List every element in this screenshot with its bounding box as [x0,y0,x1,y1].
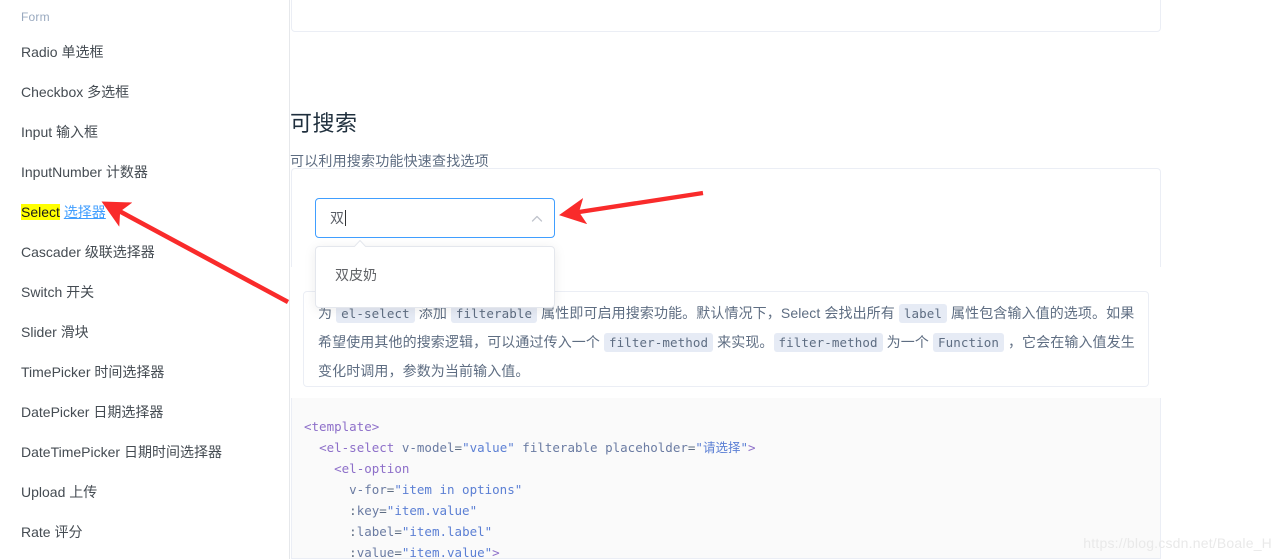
sidebar-item-label-en: Cascader [21,244,81,260]
sidebar-item-label-zh: 多选框 [87,84,130,100]
sidebar-item-label-zh: 级联选择器 [84,244,155,260]
sidebar-item-label-en: Checkbox [21,84,84,100]
sidebar-item-label-en: InputNumber [21,164,102,180]
sidebar-item-label-zh: 选择器 [63,204,106,220]
inline-code-chip: Function [932,333,1004,352]
sidebar-item-label-zh: 开关 [66,284,95,300]
watermark: https://blog.csdn.net/Boale_H [1083,535,1272,551]
inline-code-chip: filter-method [604,333,714,352]
sidebar-item-timepicker[interactable]: TimePicker 时间选择器 [21,362,164,382]
inline-code-chip: filter-method [773,333,883,352]
description-text-run: 来实现。 [713,334,774,350]
description-text-run: 属性即可启用搜索功能。默认情况下，Select 会找出所有 [537,305,899,321]
sidebar-item-checkbox[interactable]: Checkbox 多选框 [21,82,129,102]
sidebar-item-label-zh: 单选框 [61,44,104,60]
demo-block: 双 双皮奶 [291,168,1161,308]
chevron-up-icon[interactable] [530,212,544,226]
sidebar-group-title: Form [21,10,50,24]
sidebar-item-label-en: DatePicker [21,404,90,420]
previous-demo-panel [291,0,1161,32]
select-input[interactable]: 双 [315,198,555,238]
sidebar-item-label-en: Switch [21,284,63,300]
select-typed-text: 双 [330,210,344,226]
sidebar-item-label-en: Slider [21,324,57,340]
sidebar-item-slider[interactable]: Slider 滑块 [21,322,89,342]
page-root: Form Radio 单选框 Checkbox 多选框 Input 输入框 Input… [0,0,1280,559]
sidebar: Form Radio 单选框 Checkbox 多选框 Input 输入框 Input… [0,0,290,559]
sidebar-item-label-zh: 计数器 [105,164,148,180]
code-block: <template> <el-select v-model="value" fi… [291,398,1161,559]
sidebar-item-cascader[interactable]: Cascader 级联选择器 [21,242,155,262]
select-dropdown-panel[interactable]: 双皮奶 [315,240,555,308]
sidebar-item-label-en: Upload [21,484,66,500]
sidebar-item-datetimepicker[interactable]: DateTimePicker 日期时间选择器 [21,442,222,462]
sidebar-item-label-zh: 评分 [54,524,83,540]
sidebar-item-inputnumber[interactable]: InputNumber 计数器 [21,162,148,182]
sidebar-item-label-en: TimePicker [21,364,91,380]
sidebar-item-label-zh: 时间选择器 [94,364,165,380]
description-text-run: 为一个 [882,334,933,350]
sidebar-item-rate[interactable]: Rate 评分 [21,522,82,542]
sidebar-item-label-zh: 上传 [69,484,98,500]
select-input-value: 双 [330,208,346,228]
sidebar-item-datepicker[interactable]: DatePicker 日期选择器 [21,402,163,422]
inline-code-chip: label [898,304,948,323]
sidebar-item-label-zh: 滑块 [60,324,89,340]
code-snippet: <template> <el-select v-model="value" fi… [304,419,756,559]
dropdown-option[interactable]: 双皮奶 [335,265,377,285]
page-title: 可搜索 [290,111,358,137]
sidebar-item-radio[interactable]: Radio 单选框 [21,42,103,62]
sidebar-item-label-zh: 输入框 [56,124,99,140]
sidebar-item-label-en: Radio [21,44,58,60]
sidebar-item-label-en: Input [21,124,53,140]
sidebar-item-label-en: Rate [21,524,51,540]
sidebar-item-upload[interactable]: Upload 上传 [21,482,97,502]
sidebar-item-switch[interactable]: Switch 开关 [21,282,94,302]
sidebar-item-label-zh: 日期时间选择器 [123,444,222,460]
dropdown-caret-icon [353,240,367,247]
sidebar-item-input[interactable]: Input 输入框 [21,122,98,142]
sidebar-item-select[interactable]: Select 选择器 [21,202,106,222]
description-text: 为 el-select 添加 filterable 属性即可启用搜索功能。默认情… [318,299,1136,386]
sidebar-item-label-en: Select [21,204,60,220]
sidebar-item-label-en: DateTimePicker [21,444,121,460]
main-content: 可搜索 可以利用搜索功能快速查找选项 双 双皮奶 为 el-select 添加 … [290,0,1280,559]
text-cursor [345,210,346,226]
sidebar-item-label-zh: 日期选择器 [93,404,164,420]
select-component[interactable]: 双 [315,198,555,238]
